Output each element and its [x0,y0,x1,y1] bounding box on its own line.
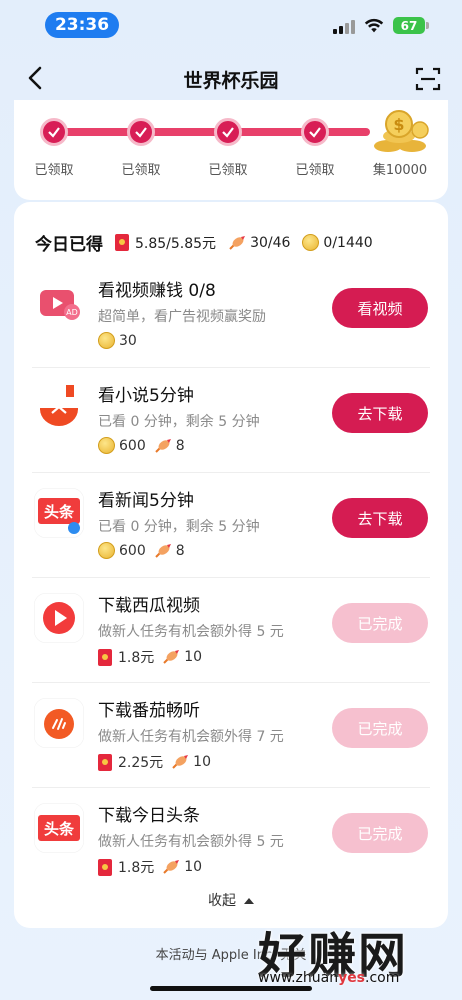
candy-icon [163,860,180,874]
task-reward: 600 8 [98,542,185,559]
candy-icon [155,438,171,453]
reward-candy: 10 [193,754,211,770]
task-reward: 2.25元 10 [98,752,211,772]
task-desc: 已看 0 分钟，剩余 5 分钟 [98,519,260,535]
coin-pile-icon: $ [374,110,429,152]
task-reward: 1.8元 10 [98,857,202,877]
collapse-label: 收起 [208,893,236,909]
svg-text:头条: 头条 [44,503,75,521]
completed-button[interactable]: 已完成 [332,603,428,643]
task-title: 看视频赚钱 0/8 [98,281,216,301]
reward-coins: 600 [119,542,146,559]
task-desc: 做新人任务有机会额外得 5 元 [98,834,284,850]
step-label: 已领取 [121,163,161,178]
reward-candy: 10 [184,859,203,875]
task-title: 下载西瓜视频 [98,596,200,616]
red-packet-icon [115,234,129,251]
summary-coins: 0/1440 [302,234,373,251]
task-title: 看小说5分钟 [98,386,194,406]
toutiao-icon: 头条 [34,803,84,853]
summary-candy-value: 30/46 [250,234,291,251]
task-row: 下载西瓜视频 做新人任务有机会额外得 5 元 1.8元 10 已完成 [32,579,430,683]
step-label: 已领取 [208,163,248,178]
task-desc: 超简单，看广告视频赢奖励 [98,309,266,325]
today-summary: 今日已得 5.85/5.85元 30/46 0/1440 [35,230,385,255]
reward-coins: 30 [119,332,137,349]
wifi-icon [364,18,384,33]
red-packet-icon [98,858,112,876]
tomato-novel-icon [34,383,84,433]
site-watermark: 好赚网 www.zhuanyes.com [258,916,448,990]
tomato-listen-icon [34,698,84,748]
video-app-icon: AD [34,278,84,328]
task-row: 头条 看新闻5分钟 已看 0 分钟，剩余 5 分钟 600 8 去下载 [32,474,430,578]
status-bar: 23:36 67 [0,0,462,48]
task-title: 下载今日头条 [98,806,200,826]
candy-icon [172,755,189,769]
nav-bar: 世界杯乐园 [0,52,462,104]
reward-candy: 8 [175,437,185,454]
task-row: 看小说5分钟 已看 0 分钟，剩余 5 分钟 600 8 去下载 [32,369,430,473]
candy-icon [229,235,246,250]
status-time: 23:36 [45,12,119,38]
download-button[interactable]: 去下载 [332,393,428,433]
progress-card: 已领取 已领取 已领取 已领取 $ 集10000 [14,100,448,200]
download-button[interactable]: 去下载 [332,498,428,538]
step-label: 已领取 [295,163,335,178]
final-step-label: 集10000 [372,163,428,178]
step-label: 已领取 [34,163,74,178]
task-title: 看新闻5分钟 [98,491,194,511]
task-reward: 600 8 [98,437,185,454]
coin-icon [302,234,320,251]
collapse-toggle[interactable]: 收起 [14,890,448,910]
scan-icon[interactable] [415,66,441,92]
summary-coins-value: 0/1440 [323,234,373,251]
task-desc: 已看 0 分钟，剩余 5 分钟 [98,414,260,430]
home-indicator [150,986,312,991]
task-desc: 做新人任务有机会额外得 7 元 [98,729,284,745]
reward-cash: 1.8元 [118,650,155,666]
step-check-icon [301,118,329,146]
reward-coins: 600 [119,437,146,454]
xigua-video-icon [34,593,84,643]
step-check-icon [214,118,242,146]
task-desc: 做新人任务有机会额外得 5 元 [98,624,284,640]
watermark-url: www.zhuanyes.com [258,970,400,986]
page-title: 世界杯乐园 [183,70,279,92]
battery-icon: 67 [393,17,429,34]
toutiao-lite-icon: 头条 [34,488,84,538]
summary-title: 今日已得 [35,235,103,255]
svg-text:头条: 头条 [44,820,75,838]
summary-candy: 30/46 [228,235,290,251]
coin-icon [98,542,115,559]
task-reward: 1.8元 10 [98,647,202,667]
coin-icon [98,332,115,349]
summary-cash: 5.85/5.85元 [115,233,216,253]
task-row: 头条 下载今日头条 做新人任务有机会额外得 5 元 1.8元 10 已完成 [32,789,430,893]
reward-cash: 2.25元 [118,755,164,771]
step-check-icon [40,118,68,146]
task-card: 今日已得 5.85/5.85元 30/46 0/1440 AD 看视频赚钱 0/… [14,202,448,928]
svg-text:AD: AD [66,308,78,317]
task-row: AD 看视频赚钱 0/8 超简单，看广告视频赢奖励 30 看视频 [32,264,430,368]
svg-text:$: $ [393,115,404,134]
watch-video-button[interactable]: 看视频 [332,288,428,328]
red-packet-icon [98,648,112,666]
chevron-up-icon [244,898,254,904]
red-packet-icon [98,753,112,771]
step-check-icon [127,118,155,146]
completed-button[interactable]: 已完成 [332,813,428,853]
cellular-signal-icon [333,20,355,34]
reward-candy: 8 [175,542,185,559]
candy-icon [163,650,180,664]
reward-candy: 10 [184,649,203,665]
task-title: 下载番茄畅听 [98,701,200,721]
reward-cash: 1.8元 [118,860,155,876]
candy-icon [155,543,171,558]
task-row: 下载番茄畅听 做新人任务有机会额外得 7 元 2.25元 10 已完成 [32,684,430,788]
coin-icon [98,437,115,454]
completed-button[interactable]: 已完成 [332,708,428,748]
task-reward: 30 [98,332,137,349]
summary-cash-value: 5.85/5.85元 [135,235,217,252]
